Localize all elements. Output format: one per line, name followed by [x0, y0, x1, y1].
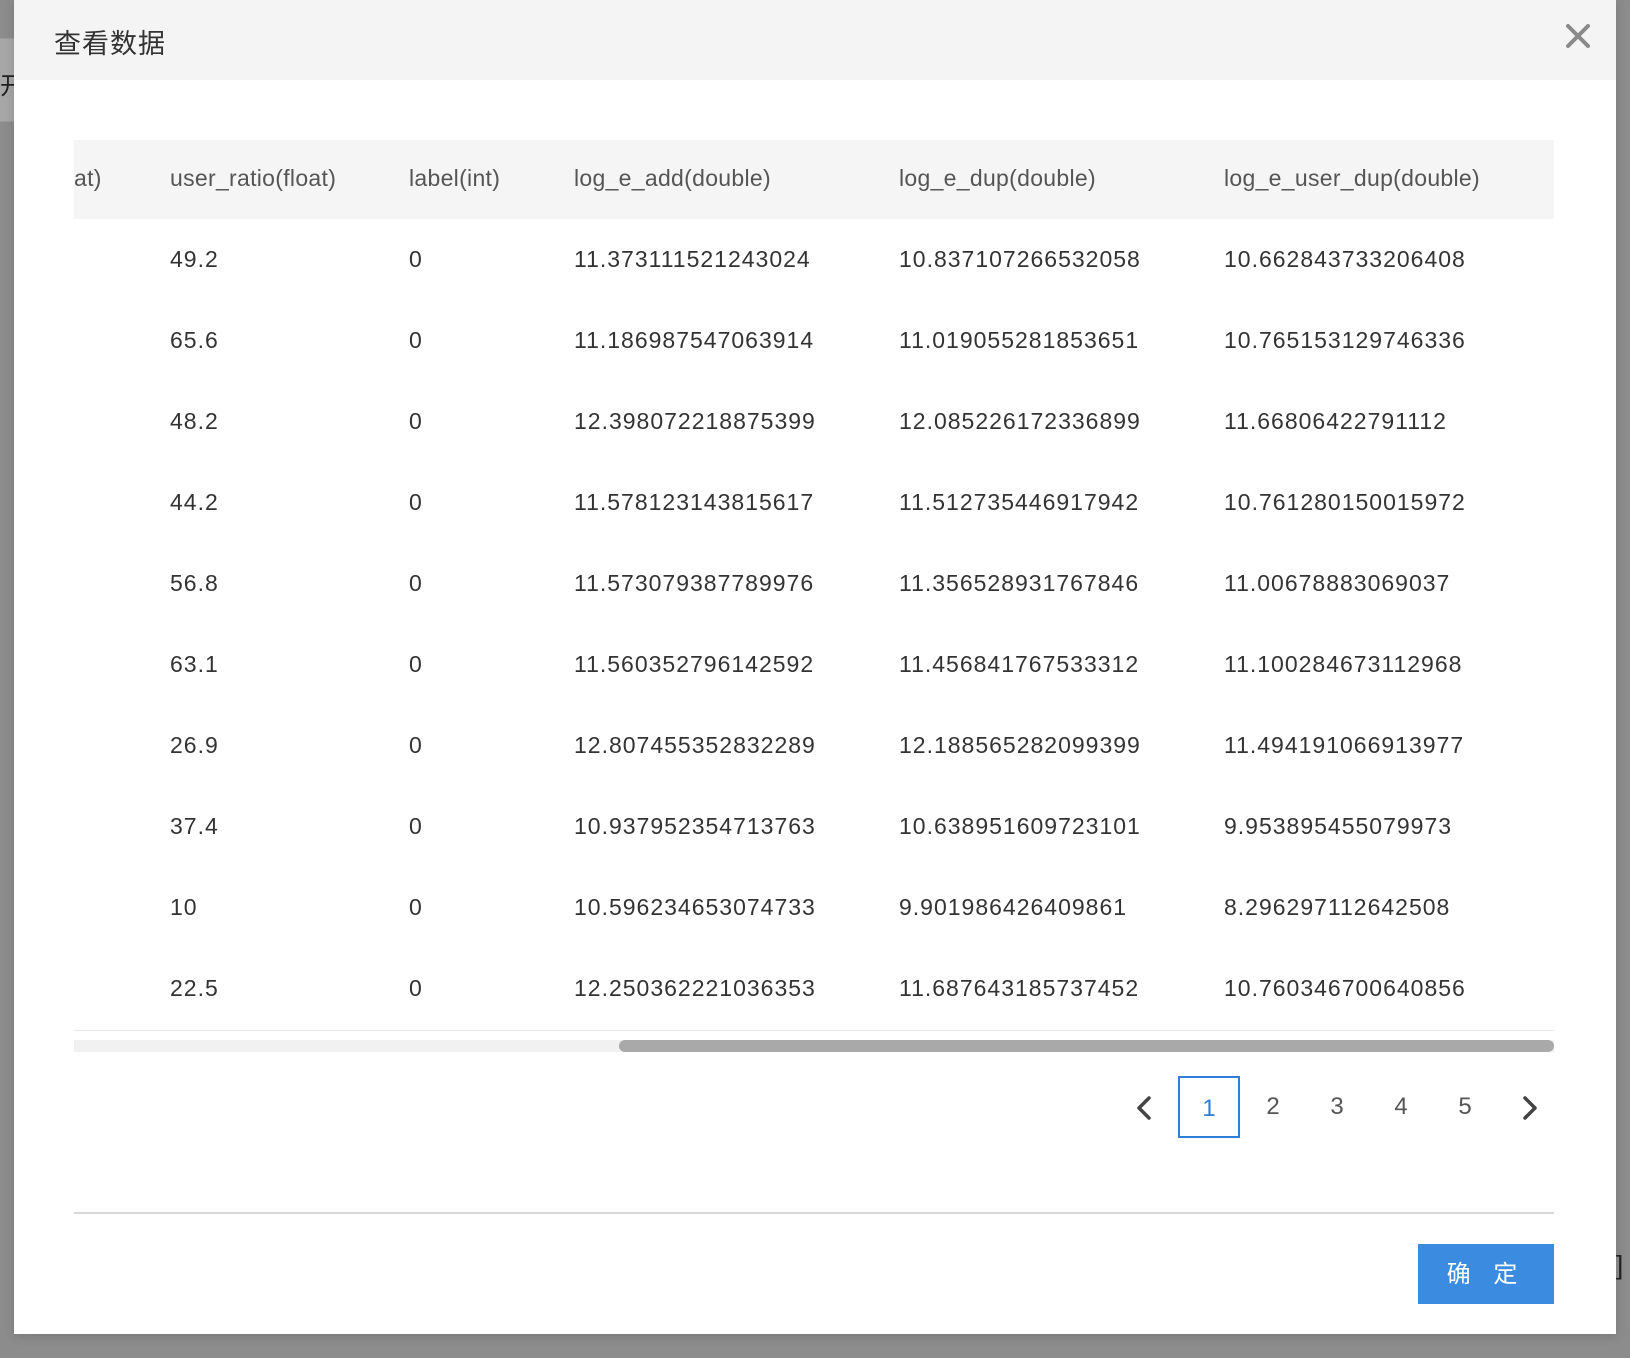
column-header: log_e_dup(double): [899, 165, 1096, 191]
column-header: at): [74, 165, 102, 191]
table-cell: 11.560352796142592: [574, 651, 815, 677]
footer-divider: [74, 1212, 1554, 1214]
horizontal-scrollbar[interactable]: [74, 1040, 1554, 1052]
table-cell: 0: [409, 408, 423, 434]
table-cell: 10.760346700640856: [1224, 975, 1466, 1001]
table-row: 49.2 0 11.373111521243024 10.83710726653205…: [74, 219, 1554, 302]
table-cell: 0: [409, 327, 423, 353]
table-cell: 10.837107266532058: [899, 246, 1141, 272]
table-cell: 12.250362221036353: [574, 975, 816, 1001]
table-row: 37.4 0 10.937952354713763 10.63895160972310…: [74, 786, 1554, 869]
table-cell: 11.019055281853651: [899, 327, 1140, 353]
view-data-dialog: 查看数据 at) user_ratio(float) label(int) log_e…: [14, 0, 1616, 1334]
table-cell: 11.512735446917942: [899, 489, 1140, 515]
table-cell: 11.66806422791112: [1224, 408, 1447, 434]
column-header: log_e_add(double): [574, 165, 771, 191]
confirm-button[interactable]: 确 定: [1418, 1244, 1554, 1304]
scrollbar-thumb[interactable]: [619, 1040, 1554, 1052]
table-cell: 8.296297112642508: [1224, 894, 1451, 920]
table-cell: 11.100284673112968: [1224, 651, 1463, 677]
table-cell: 11.578123143815617: [574, 489, 815, 515]
table-cell: 0: [409, 732, 423, 758]
table-cell: 37.4: [170, 813, 219, 839]
page-button-5[interactable]: 5: [1434, 1076, 1496, 1138]
table-row: 48.2 0 12.398072218875399 12.08522617233689…: [74, 381, 1554, 464]
table-cell: 10.596234653074733: [574, 894, 816, 920]
table-cell: 0: [409, 813, 423, 839]
table-row: 10 0 10.596234653074733 9.901986426409861 8.…: [74, 867, 1554, 950]
table-cell: 10: [170, 894, 198, 920]
table-cell: 10.937952354713763: [574, 813, 816, 839]
background-partial-text: 开: [0, 73, 14, 100]
close-icon[interactable]: [1560, 18, 1596, 54]
table-cell: 12.807455352832289: [574, 732, 816, 758]
dialog-title: 查看数据: [54, 29, 166, 59]
table-cell: 56.8: [170, 570, 219, 596]
table-cell: 10.761280150015972: [1224, 489, 1466, 515]
table-row: 63.1 0 11.560352796142592 11.45684176753331…: [74, 624, 1554, 707]
table-row: 56.8 0 11.573079387789976 11.35652893176784…: [74, 543, 1554, 626]
table-cell: 49.2: [170, 246, 219, 272]
table-cell: 12.085226172336899: [899, 408, 1141, 434]
table-cell: 22.5: [170, 975, 219, 1001]
page-button-3[interactable]: 3: [1306, 1076, 1368, 1138]
table-header: at) user_ratio(float) label(int) log_e_add(…: [74, 140, 1554, 219]
table-cell: 11.573079387789976: [574, 570, 815, 596]
dialog-header: 查看数据: [14, 0, 1616, 80]
table-cell: 11.356528931767846: [899, 570, 1140, 596]
page-button-2[interactable]: 2: [1242, 1076, 1304, 1138]
table-cell: 0: [409, 651, 423, 677]
chevron-left-icon[interactable]: [1114, 1076, 1176, 1138]
table-row: 22.5 0 12.250362221036353 11.68764318573745…: [74, 948, 1554, 1031]
table-cell: 0: [409, 246, 423, 272]
table-cell: 9.901986426409861: [899, 894, 1128, 920]
table-cell: 10.638951609723101: [899, 813, 1141, 839]
table-row: 65.6 0 11.186987547063914 11.01905528185365…: [74, 300, 1554, 383]
background-right-glyph: ]: [1616, 1250, 1624, 1280]
table-cell: 11.373111521243024: [574, 246, 811, 272]
column-header: user_ratio(float): [170, 165, 337, 191]
column-header: label(int): [409, 165, 501, 191]
table-cell: 11.494191066913977: [1224, 732, 1465, 758]
table-cell: 11.687643185737452: [899, 975, 1140, 1001]
table-row: 44.2 0 11.578123143815617 11.51273544691794…: [74, 462, 1554, 545]
table-cell: 0: [409, 489, 423, 515]
table-cell: 0: [409, 975, 423, 1001]
table-cell: 26.9: [170, 732, 219, 758]
table-cell: 9.953895455079973: [1224, 813, 1453, 839]
page-button-1[interactable]: 1: [1178, 1076, 1240, 1138]
table-cell: 10.765153129746336: [1224, 327, 1466, 353]
table-cell: 10.662843733206408: [1224, 246, 1466, 272]
table-cell: 11.456841767533312: [899, 651, 1140, 677]
table-cell: 44.2: [170, 489, 219, 515]
table-cell: 11.00678883069037: [1224, 570, 1451, 596]
data-table[interactable]: at) user_ratio(float) label(int) log_e_add(…: [74, 140, 1554, 1050]
table-cell: 0: [409, 570, 423, 596]
chevron-right-icon[interactable]: [1498, 1076, 1560, 1138]
table-cell: 63.1: [170, 651, 219, 677]
table-cell: 12.188565282099399: [899, 732, 1141, 758]
page-button-4[interactable]: 4: [1370, 1076, 1432, 1138]
table-cell: 48.2: [170, 408, 219, 434]
table-row: 26.9 0 12.807455352832289 12.18856528209939…: [74, 705, 1554, 788]
table-cell: 12.398072218875399: [574, 408, 816, 434]
table-cell: 0: [409, 894, 423, 920]
column-header: log_e_user_dup(double): [1224, 165, 1480, 191]
table-cell: 11.186987547063914: [574, 327, 815, 353]
table-cell: 65.6: [170, 327, 219, 353]
